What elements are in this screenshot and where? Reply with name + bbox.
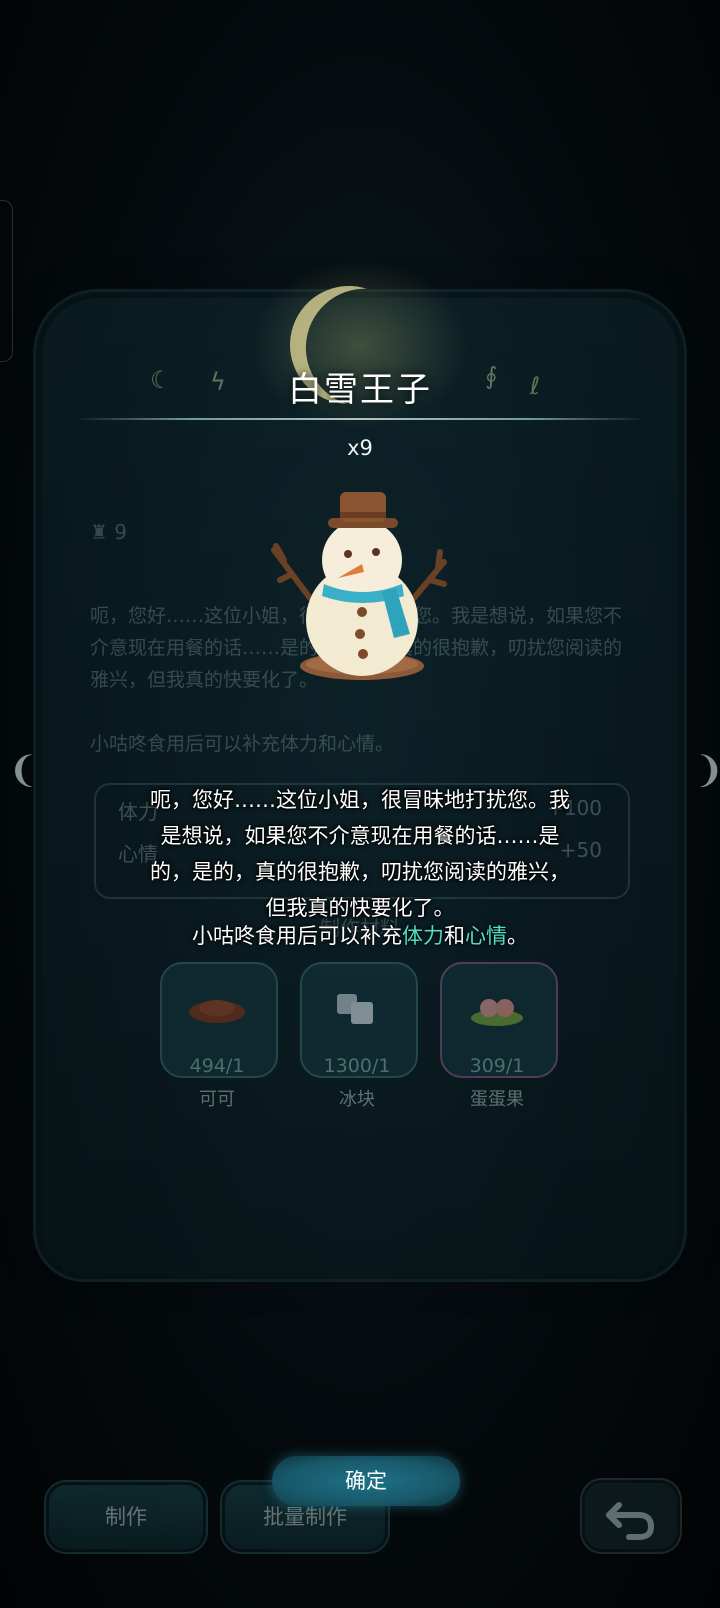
effect-suffix: 。 (507, 924, 528, 948)
dialogue-text: 呃，您好……这位小姐，很冒昧地打扰您。我 是想说，如果您不介意现在用餐的话……是… (108, 782, 612, 926)
item-title: 白雪王子 (288, 370, 432, 410)
owned-value: 9 (114, 520, 128, 544)
dialogue-line: 的，是的，真的很抱歉，叨扰您阅读的雅兴， (150, 860, 570, 884)
backpack-icon: ♜ (90, 520, 108, 544)
undo-arrow-icon (606, 1502, 655, 1540)
material-name-ice: 冰块 (339, 1089, 375, 1110)
next-arrow-icon[interactable]: ❩ (694, 750, 720, 791)
egg-fruit-icon (471, 999, 523, 1026)
material-name-cocoa: 可可 (199, 1089, 235, 1110)
effect-mood: 心情 (465, 924, 507, 948)
snowman-item-icon (271, 492, 447, 680)
material-amount-cocoa: 494/1 (189, 1055, 245, 1077)
dialogue-line: 呃，您好……这位小姐，很冒昧地打扰您。我 (150, 788, 570, 812)
owned-count: ♜ 9 (90, 520, 127, 544)
material-amount-ice: 1300/1 (323, 1055, 391, 1077)
bg-effect: 小咕咚食用后可以补充体力和心情。 (90, 733, 395, 755)
effect-connector: 和 (444, 924, 465, 948)
ice-cube-icon (337, 994, 373, 1024)
effect-stamina: 体力 (402, 924, 444, 948)
material-name-eggfruit: 蛋蛋果 (470, 1089, 524, 1110)
dialogue-line: 是想说，如果您不介意现在用餐的话……是 (160, 824, 560, 848)
prev-arrow-icon[interactable]: ❨ (8, 750, 38, 791)
cocoa-icon (189, 1000, 245, 1023)
craft-button[interactable]: 制作 (46, 1482, 206, 1552)
item-count: x9 (347, 436, 373, 460)
back-button[interactable] (582, 1480, 680, 1552)
left-side-tab (0, 200, 13, 362)
material-amount-eggfruit: 309/1 (469, 1055, 525, 1077)
confirm-button[interactable]: 确定 (272, 1456, 460, 1506)
effect-text: 小咕咚食用后可以补充体力和心情。 (0, 920, 720, 950)
effect-prefix: 小咕咚食用后可以补充 (192, 924, 402, 948)
title-divider (74, 418, 646, 420)
